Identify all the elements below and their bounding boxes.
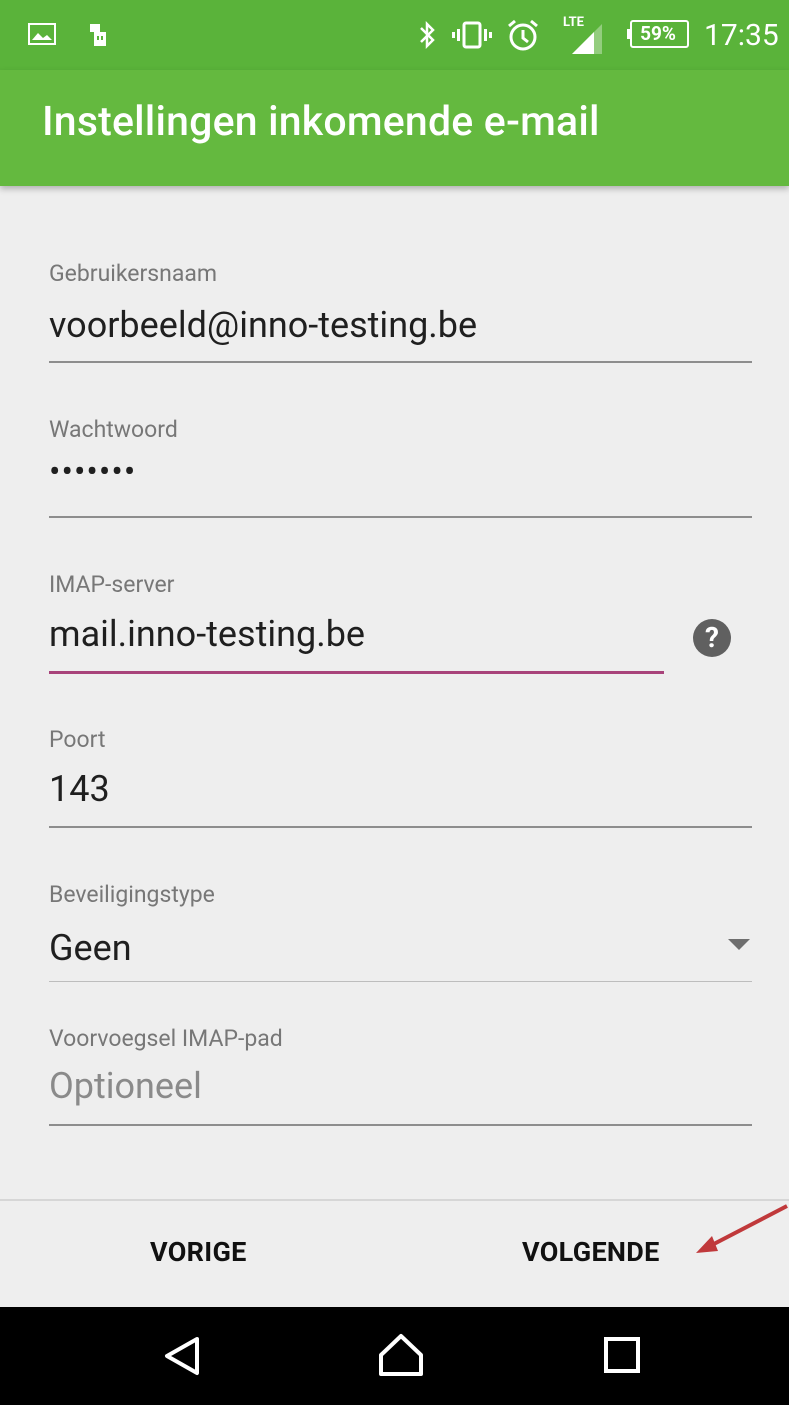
password-underline <box>49 516 752 518</box>
security-type-select[interactable]: Geen <box>49 927 132 969</box>
app-bar: Instellingen inkomende e-mail <box>0 70 789 186</box>
status-bar: LTE 59% 17:35 <box>0 0 789 70</box>
imap-path-prefix-underline <box>49 1124 752 1126</box>
security-type-field[interactable]: Beveiligingstype Geen <box>49 881 752 987</box>
alarm-icon <box>508 19 538 51</box>
port-underline <box>49 826 752 828</box>
port-label: Poort <box>49 726 106 753</box>
home-icon[interactable] <box>378 1333 424 1377</box>
password-field[interactable]: Wachtwoord ••••••• <box>49 416 752 522</box>
imap-server-field[interactable]: IMAP-server mail.inno-testing.be <box>49 571 752 677</box>
battery-icon: 59% <box>626 20 690 48</box>
username-label: Gebruikersnaam <box>49 260 218 287</box>
port-input[interactable]: 143 <box>49 768 110 810</box>
username-input[interactable]: voorbeeld@inno-testing.be <box>49 304 477 346</box>
port-field[interactable]: Poort 143 <box>49 726 752 832</box>
imap-path-prefix-field[interactable]: Voorvoegsel IMAP-pad Optioneel <box>49 1025 752 1131</box>
navigation-bar <box>0 1307 789 1405</box>
vibrate-icon <box>452 21 492 49</box>
imap-server-label: IMAP-server <box>49 571 175 598</box>
bluetooth-icon <box>420 20 435 50</box>
password-input[interactable]: ••••••• <box>49 452 136 492</box>
recents-icon[interactable] <box>603 1336 641 1374</box>
signal-icon <box>572 24 602 54</box>
page-title: Instellingen inkomende e-mail <box>42 98 600 146</box>
username-underline <box>49 361 752 363</box>
usb-icon <box>90 24 106 46</box>
battery-percent: 59% <box>640 22 676 45</box>
imap-server-input[interactable]: mail.inno-testing.be <box>49 613 365 655</box>
status-time: 17:35 <box>704 18 779 53</box>
previous-button[interactable]: VORIGE <box>150 1236 247 1268</box>
username-field[interactable]: Gebruikersnaam voorbeeld@inno-testing.be <box>49 260 752 366</box>
button-bar-divider <box>0 1199 789 1201</box>
back-icon[interactable] <box>162 1336 202 1376</box>
imap-server-underline <box>49 671 664 674</box>
help-icon[interactable]: ? <box>693 619 731 657</box>
chevron-down-icon[interactable] <box>728 939 750 950</box>
security-type-label: Beveiligingstype <box>49 881 215 908</box>
image-icon <box>28 23 56 45</box>
annotation-arrow <box>696 1204 788 1253</box>
imap-path-prefix-label: Voorvoegsel IMAP-pad <box>49 1025 283 1052</box>
password-label: Wachtwoord <box>49 416 178 443</box>
next-button[interactable]: VOLGENDE <box>522 1236 660 1268</box>
imap-path-prefix-input[interactable]: Optioneel <box>49 1065 202 1107</box>
security-type-underline <box>49 981 752 982</box>
